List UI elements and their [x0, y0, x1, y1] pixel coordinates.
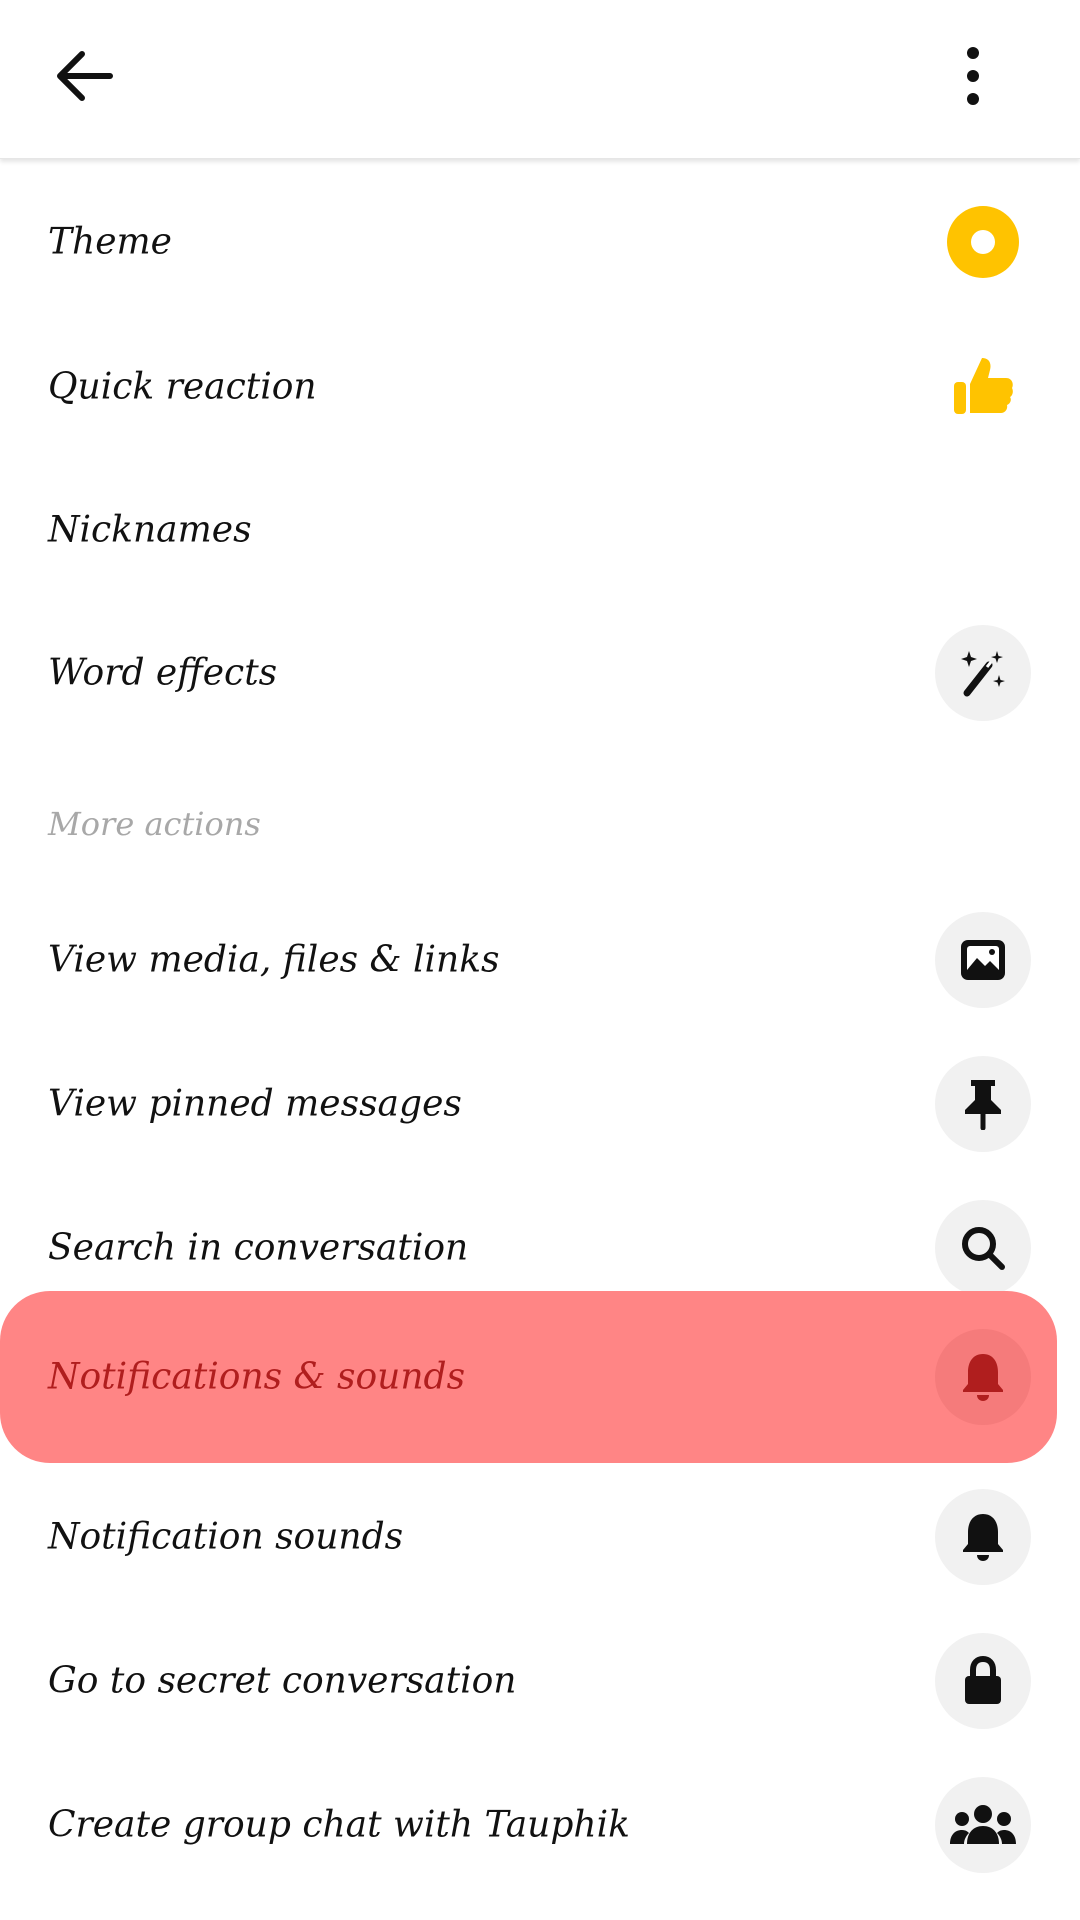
- word-effects-icon-wrap: [935, 625, 1031, 721]
- row-label: Notifications & sounds: [48, 1356, 466, 1398]
- row-label: Nicknames: [48, 509, 252, 551]
- row-secret-conversation[interactable]: Go to secret conversation: [0, 1609, 1080, 1753]
- quick-reaction-icon-wrap: [935, 339, 1031, 435]
- row-notifications-sounds[interactable]: Notifications & sounds: [0, 1291, 1057, 1463]
- row-label: Quick reaction: [48, 366, 317, 408]
- lock-icon: [965, 1656, 1001, 1704]
- row-nicknames[interactable]: Nicknames: [0, 458, 1080, 602]
- row-view-media[interactable]: View media, files & links: [0, 888, 1080, 1032]
- notification-sounds-icon-wrap: [935, 1489, 1031, 1585]
- pin-icon: [965, 1080, 1001, 1130]
- row-word-effects[interactable]: Word effects: [0, 601, 1080, 745]
- search-icon: [962, 1227, 1005, 1270]
- row-view-pinned[interactable]: View pinned messages: [0, 1032, 1080, 1176]
- thumbs-up-icon: [954, 358, 1013, 414]
- bell-icon: [963, 1514, 1003, 1561]
- bell-icon: [963, 1354, 1003, 1401]
- more-vertical-icon: [967, 47, 979, 105]
- top-bar: [0, 0, 1080, 159]
- row-label: Search in conversation: [48, 1227, 469, 1269]
- row-label: View media, files & links: [48, 939, 500, 981]
- row-notification-sounds[interactable]: Notification sounds: [0, 1465, 1080, 1609]
- more-options-button[interactable]: [945, 44, 1001, 108]
- theme-circle-icon: [947, 206, 1019, 278]
- view-pinned-icon-wrap: [935, 1056, 1031, 1152]
- image-icon: [961, 940, 1005, 980]
- row-quick-reaction[interactable]: Quick reaction: [0, 315, 1080, 459]
- group-chat-icon-wrap: [935, 1777, 1031, 1873]
- secret-conversation-icon-wrap: [935, 1633, 1031, 1729]
- row-label: Word effects: [48, 652, 278, 694]
- view-media-icon-wrap: [935, 912, 1031, 1008]
- search-icon-wrap: [935, 1200, 1031, 1296]
- people-icon: [950, 1805, 1016, 1844]
- row-label: Create group chat with Tauphik: [48, 1804, 630, 1846]
- notifications-icon-wrap: [935, 1329, 1031, 1425]
- row-label: Notification sounds: [48, 1516, 404, 1558]
- arrow-left-icon: [57, 51, 113, 101]
- row-create-group-chat[interactable]: Create group chat with Tauphik: [0, 1753, 1080, 1897]
- magic-wand-icon: [961, 651, 1005, 697]
- theme-icon-wrap: [935, 194, 1031, 290]
- row-label: Go to secret conversation: [48, 1660, 517, 1702]
- row-theme[interactable]: Theme: [0, 170, 1080, 314]
- row-label: Theme: [48, 221, 172, 263]
- row-label: View pinned messages: [48, 1083, 462, 1125]
- section-title-more-actions: More actions: [48, 805, 261, 843]
- back-button[interactable]: [48, 44, 120, 108]
